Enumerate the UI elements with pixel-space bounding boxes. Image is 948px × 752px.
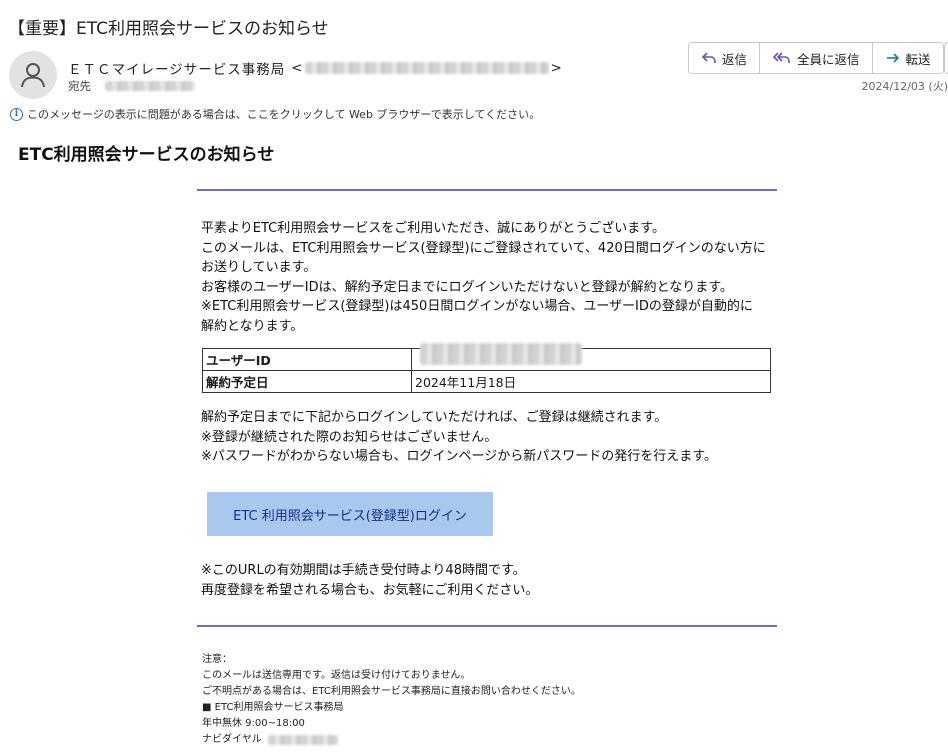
footer-line: このメールは送信専用です。返信は受け付けておりません。 <box>202 670 471 681</box>
recipient-label: 宛先 <box>68 79 91 93</box>
footer-notice: 注意： このメールは送信専用です。返信は受け付けておりません。 ご不明点がある場… <box>202 652 581 748</box>
cancel-date-label: 解約予定日 <box>202 370 412 393</box>
intro-line: お送りしています。 <box>201 260 317 275</box>
continuation-line: 解約予定日までに下記からログインしていただければ、ご登録は継続されます。 <box>201 410 668 425</box>
received-date: 2024/12/03 (火) <box>861 80 948 93</box>
sender-bracket-close: > <box>550 60 562 76</box>
user-id-redacted <box>420 343 582 365</box>
reply-arrow-icon <box>701 52 716 64</box>
forward-arrow-icon <box>886 53 899 63</box>
footer-phone-label: ナビダイヤル <box>202 734 262 745</box>
sender-address-redacted <box>304 62 549 74</box>
footer-phone-line: ナビダイヤル <box>202 732 581 748</box>
sender-line[interactable]: ＥＴＣマイレージサービス事務局 < > <box>68 58 562 78</box>
info-icon: i <box>10 107 23 121</box>
footer-line: ご不明点がある場合は、ETC利用照会サービス事務局に直接お問い合わせください。 <box>202 686 581 697</box>
footer-line: 年中無休 9:00~18:00 <box>202 718 305 729</box>
recipient-line: 宛先 <box>68 78 195 94</box>
continuation-paragraph: 解約予定日までに下記からログインしていただければ、ご登録は継続されます。 ※登録… <box>201 408 781 467</box>
message-actions: 返信 全員に返信 転送 <box>688 42 944 74</box>
more-actions-button[interactable] <box>944 42 948 74</box>
intro-line: お客様のユーザーIDは、解約予定日までにログインいただけないと登録が解約となりま… <box>201 279 733 295</box>
person-icon <box>21 63 45 88</box>
divider-top <box>197 189 777 191</box>
table-row: 解約予定日 2024年11月18日 <box>202 370 771 393</box>
reply-label: 返信 <box>722 51 748 67</box>
continuation-line: ※パスワードがわからない場合も、ログインページから新パスワードの発行を行えます。 <box>201 449 717 464</box>
reply-button[interactable]: 返信 <box>689 43 761 73</box>
intro-paragraph: 平素よりETC利用照会サービスをご利用いただき、誠にありがとうございます。 この… <box>201 219 781 336</box>
info-bar[interactable]: i このメッセージの表示に問題がある場合は、ここをクリックして Web ブラウザ… <box>10 106 540 122</box>
user-id-value <box>411 343 771 371</box>
email-reading-pane: 【重要】ETC利用照会サービスのお知らせ ＥＴＣマイレージサービス事務局 < >… <box>0 0 948 752</box>
footer-line: ■ ETC利用照会サービス事務局 <box>202 702 344 713</box>
intro-line: ※ETC利用照会サービス(登録型)は450日間ログインがない場合、ユーザーIDの… <box>201 299 753 314</box>
footer-note: 注意： <box>202 654 232 665</box>
reply-all-arrow-icon <box>772 52 790 64</box>
intro-line: 解約となります。 <box>201 318 304 334</box>
user-id-label: ユーザーID <box>202 348 412 371</box>
sender-avatar[interactable] <box>9 51 57 99</box>
intro-line: このメールは、ETC利用照会サービス(登録型)にご登録されていて、420日間ログ… <box>201 240 766 256</box>
cancel-date-value: 2024年11月18日 <box>411 370 771 393</box>
reply-all-label: 全員に返信 <box>797 51 860 67</box>
account-info-table: ユーザーID 解約予定日 2024年11月18日 <box>202 343 771 393</box>
forward-label: 転送 <box>905 51 931 67</box>
url-validity-paragraph: ※このURLの有効期間は手続き受付時より48時間です。 再度登録を希望される場合… <box>201 561 781 600</box>
forward-button[interactable]: 転送 <box>873 43 943 73</box>
sender-bracket-open: < <box>291 60 303 76</box>
validity-line: 再度登録を希望される場合も、お気軽にご利用ください。 <box>201 582 539 598</box>
intro-line: 平素よりETC利用照会サービスをご利用いただき、誠にありがとうございます。 <box>201 221 666 236</box>
login-button[interactable]: ETC 利用照会サービス(登録型)ログイン <box>207 492 493 536</box>
continuation-line: ※登録が継続された際のお知らせはございません。 <box>201 429 498 445</box>
recipient-redacted <box>105 81 195 91</box>
reply-all-button[interactable]: 全員に返信 <box>760 43 873 73</box>
sender-name: ＥＴＣマイレージサービス事務局 <box>68 62 286 78</box>
info-bar-text: このメッセージの表示に問題がある場合は、ここをクリックして Web ブラウザーで… <box>27 108 541 121</box>
mail-body-title: ETC利用照会サービスのお知らせ <box>18 145 275 165</box>
divider-bottom <box>197 625 777 627</box>
validity-line: ※このURLの有効期間は手続き受付時より48時間です。 <box>201 563 526 578</box>
email-subject: 【重要】ETC利用照会サービスのお知らせ <box>8 19 329 39</box>
phone-redacted <box>267 735 338 745</box>
table-row: ユーザーID <box>202 343 771 371</box>
